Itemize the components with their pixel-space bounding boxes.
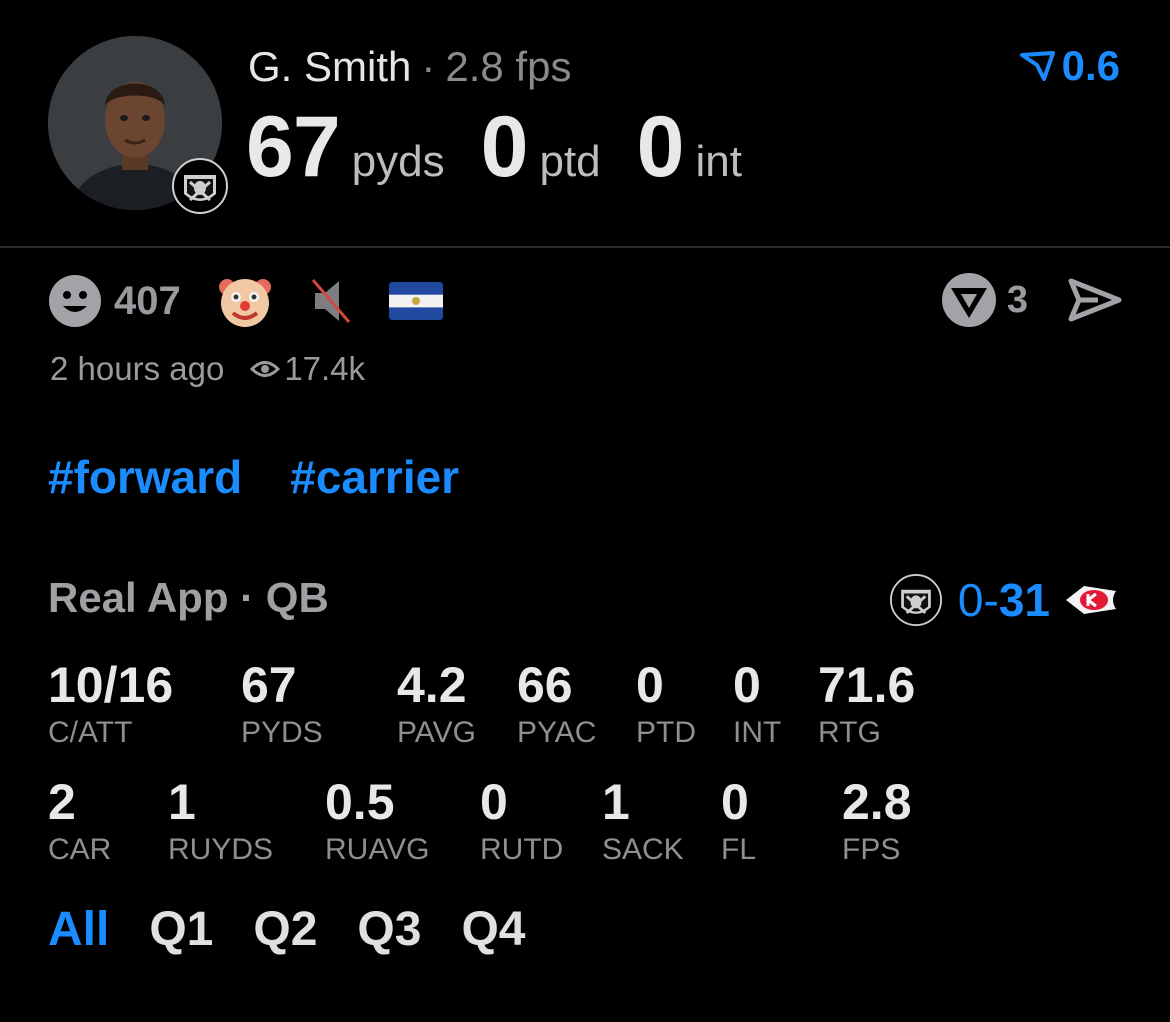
chiefs-logo-icon (1066, 586, 1116, 614)
stat-fl: 0 FL (721, 775, 756, 867)
period-tabs: All Q1 Q2 Q3 Q4 (48, 902, 525, 957)
post-actions: 3 (941, 272, 1122, 328)
stat-label: PYDS (241, 716, 323, 749)
score-separator: - (983, 574, 999, 626)
stat-rutd: 0 RUTD (480, 775, 563, 867)
game-score[interactable]: 0-31 (889, 572, 1118, 628)
view-count: 17.4k (284, 350, 366, 387)
el-salvador-flag-icon[interactable] (388, 282, 443, 320)
tab-all[interactable]: All (48, 902, 109, 957)
stat-label: INT (733, 716, 782, 749)
header-divider (0, 246, 1170, 248)
stat-label: FL (721, 833, 757, 866)
muted-speaker-icon[interactable] (309, 276, 353, 326)
separator-dot: · (421, 43, 436, 90)
stat-rtg: 71.6 RTG (818, 658, 915, 750)
stat-value: 1 (168, 774, 196, 830)
stat-value: 71.6 (818, 657, 916, 713)
player-fps: 2.8 fps (445, 43, 572, 90)
headline-ptd-value: 0 (480, 99, 529, 195)
stat-value: 10/16 (48, 657, 174, 713)
reactions-row: 407 (48, 274, 443, 328)
player-name-line[interactable]: G. Smith · 2.8 fps (248, 40, 571, 94)
vote-count: 3 (1006, 278, 1028, 321)
stat-label: RTG (818, 716, 881, 749)
stat-c-att: 10/16 C/ATT (48, 658, 173, 750)
stat-ruavg: 0.5 RUAVG (325, 775, 429, 867)
stat-ruyds: 1 RUYDS (168, 775, 273, 867)
boost-value: 0.6 (1061, 42, 1120, 89)
away-score: 0 (957, 574, 984, 626)
headline-pyds-value: 67 (246, 99, 341, 195)
smiley-reaction-icon[interactable] (48, 274, 102, 328)
headline-pyds-unit: pyds (351, 137, 445, 186)
headline-int-unit: int (695, 137, 742, 186)
stat-label: CAR (48, 833, 112, 866)
stat-value: 0 (721, 774, 749, 830)
stat-value: 0 (733, 657, 761, 713)
stat-value: 66 (517, 657, 573, 713)
player-name[interactable]: G. Smith (248, 43, 411, 90)
stat-fps: 2.8 FPS (842, 775, 912, 867)
stat-label: RUTD (480, 833, 564, 866)
post-meta: 2 hours ago 17.4k (50, 350, 365, 388)
boost-button[interactable]: 0.6 (1019, 42, 1120, 90)
stat-value: 2.8 (842, 774, 912, 830)
home-score: 31 (998, 574, 1050, 626)
section-title: Real App · QB (48, 574, 329, 621)
stat-ptd: 0 PTD (636, 658, 696, 750)
time-ago: 2 hours ago (50, 350, 225, 387)
stat-value: 2 (48, 774, 76, 830)
stat-value: 4.2 (397, 657, 467, 713)
hashtag-forward[interactable]: #forward (48, 451, 242, 503)
raiders-logo-icon (889, 574, 942, 626)
stat-sack: 1 SACK (602, 775, 684, 867)
tab-q3[interactable]: Q3 (357, 902, 421, 957)
stat-label: C/ATT (48, 716, 133, 749)
stat-label: RUAVG (325, 833, 430, 866)
stat-pyds: 67 PYDS (241, 658, 323, 750)
eye-icon (250, 361, 281, 377)
stat-value: 0 (636, 657, 664, 713)
stat-pyac: 66 PYAC (517, 658, 596, 750)
stat-int: 0 INT (733, 658, 781, 750)
hashtag-list: #forward #carrier (48, 450, 507, 504)
stat-label: PYAC (517, 716, 597, 749)
stat-label: RUYDS (168, 833, 274, 866)
tab-q1[interactable]: Q1 (149, 902, 213, 957)
stat-value: 0.5 (325, 774, 395, 830)
share-send-icon[interactable] (1068, 276, 1122, 324)
stat-label: PAVG (397, 716, 476, 749)
smiley-reaction-count: 407 (114, 278, 181, 323)
tab-q2[interactable]: Q2 (253, 902, 317, 957)
stat-pavg: 4.2 PAVG (397, 658, 476, 750)
stat-value: 1 (602, 774, 630, 830)
stat-label: SACK (602, 833, 684, 866)
stat-value: 67 (241, 657, 297, 713)
stat-value: 0 (480, 774, 508, 830)
headline-ptd-unit: ptd (539, 137, 601, 186)
headline-int-value: 0 (636, 99, 685, 195)
stat-car: 2 CAR (48, 775, 111, 867)
raiders-team-badge (172, 158, 228, 214)
stat-label: FPS (842, 833, 901, 866)
clown-face-icon[interactable] (217, 273, 273, 329)
view-count-group: 17.4k (250, 350, 365, 388)
boost-arrow-icon (1019, 51, 1055, 81)
stat-label: PTD (636, 716, 696, 749)
hashtag-carrier[interactable]: #carrier (290, 451, 459, 503)
vote-icon[interactable] (941, 272, 997, 328)
headline-stats: 67 pyds 0 ptd 0 int (246, 98, 778, 197)
tab-q4[interactable]: Q4 (461, 902, 525, 957)
